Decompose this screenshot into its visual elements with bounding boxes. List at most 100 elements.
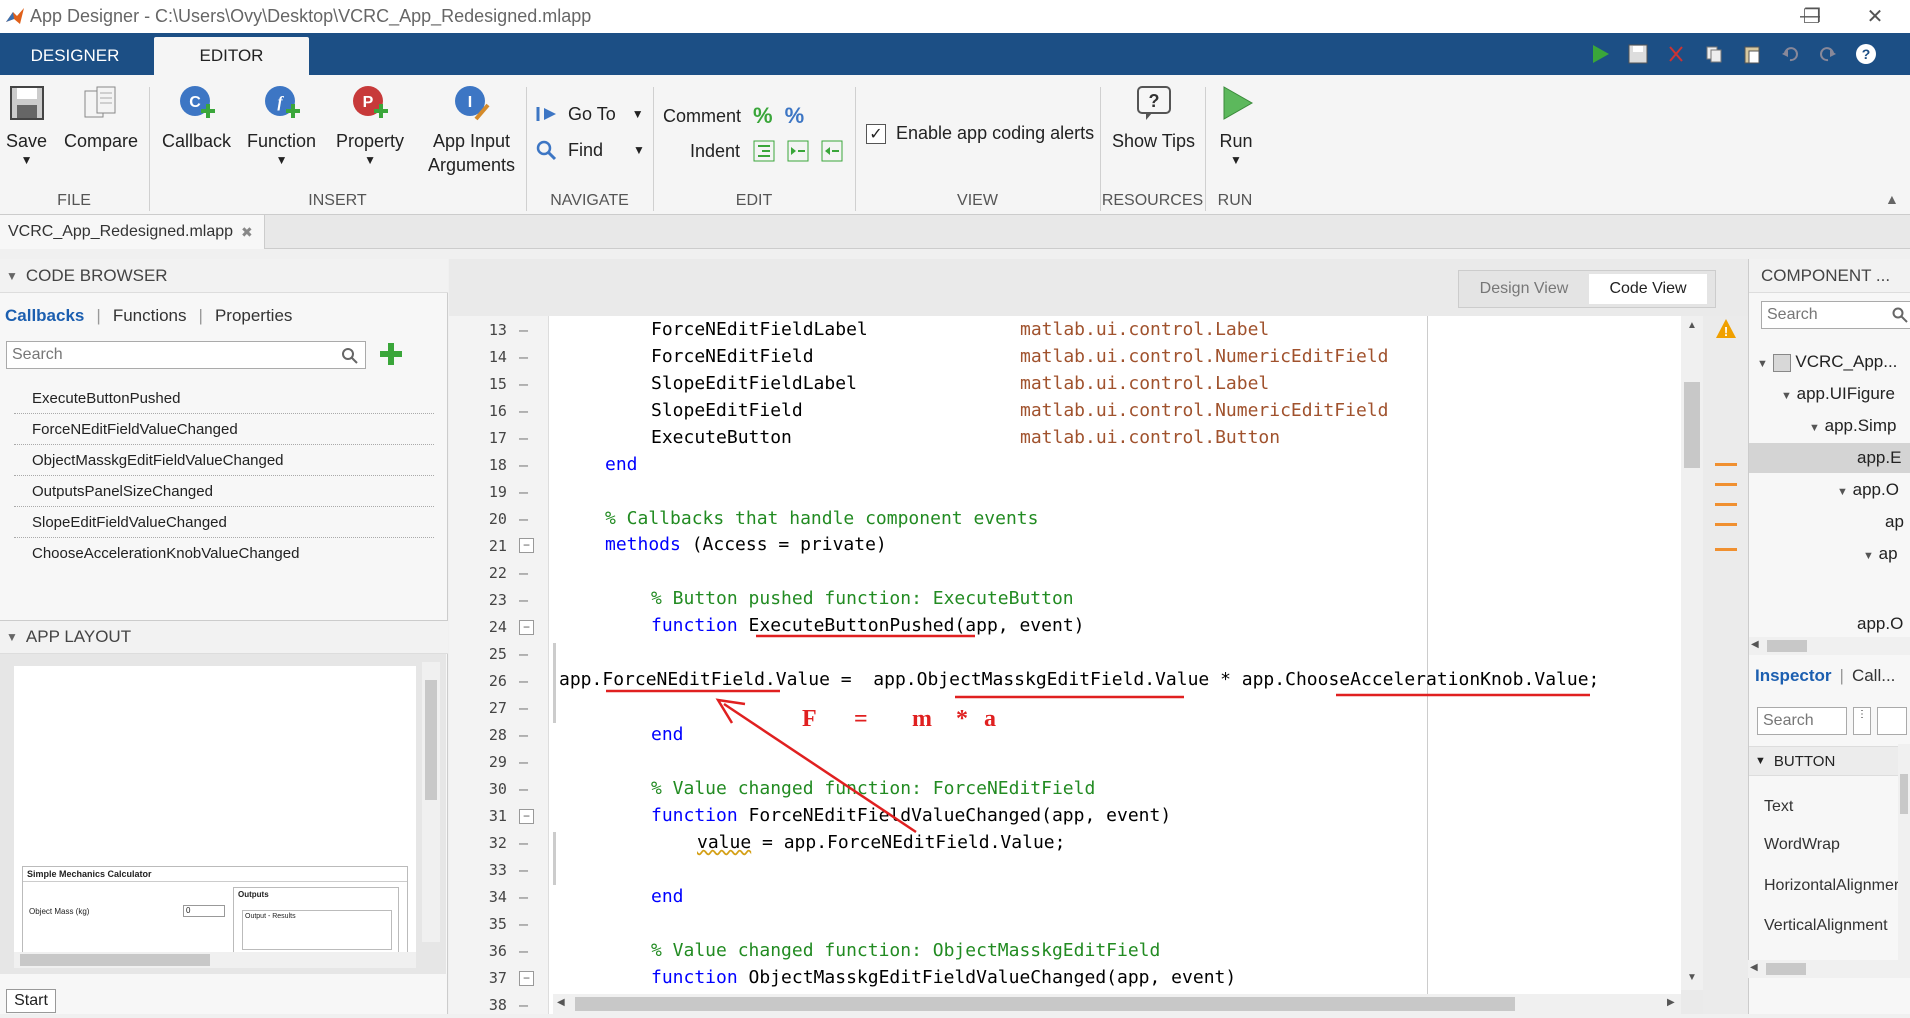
save-button[interactable]: Save ▼ xyxy=(6,83,47,167)
fold-toggle[interactable]: − xyxy=(519,620,534,635)
list-item[interactable]: ObjectMasskgEditFieldValueChanged xyxy=(14,445,434,476)
uncomment-percent-icon[interactable]: % xyxy=(785,103,805,129)
code-property-type: matlab.ui.control.NumericEditField xyxy=(1020,400,1389,421)
design-view-button[interactable]: Design View xyxy=(1459,274,1589,304)
warning-marker[interactable] xyxy=(1715,523,1737,526)
redo-icon[interactable] xyxy=(1814,40,1842,68)
fold-toggle[interactable]: − xyxy=(519,809,534,824)
tab-functions[interactable]: Functions xyxy=(113,306,187,326)
show-tips-button[interactable]: ? Show Tips xyxy=(1112,83,1195,153)
insert-property-button[interactable]: P Property ▼ xyxy=(336,83,404,167)
smart-indent-icon[interactable] xyxy=(752,139,776,163)
fold-toggle[interactable]: − xyxy=(519,971,534,986)
app-input-arguments-button[interactable]: I App Input Arguments xyxy=(428,83,515,177)
line-number: 20 xyxy=(449,505,534,532)
list-item[interactable]: ForceNEditFieldValueChanged xyxy=(14,414,434,445)
copy-icon[interactable] xyxy=(1700,40,1728,68)
warning-marker[interactable] xyxy=(1715,548,1737,551)
insert-function-button[interactable]: f Function ▼ xyxy=(247,83,316,167)
tree-node-e[interactable]: app.E xyxy=(1857,448,1901,468)
line-number: 34 xyxy=(449,883,534,910)
tab-inspector[interactable]: Inspector xyxy=(1755,666,1832,686)
component-search-input[interactable]: Search xyxy=(1761,301,1910,329)
warning-icon[interactable]: ! xyxy=(1715,318,1737,340)
code-view-button[interactable]: Code View xyxy=(1589,274,1707,304)
tab-callbacks[interactable]: Callbacks xyxy=(5,306,84,326)
decrease-indent-icon[interactable] xyxy=(820,139,844,163)
tree-hscroll[interactable]: ◀ xyxy=(1749,637,1910,655)
comment-percent-icon[interactable]: % xyxy=(753,103,773,129)
line-number: 28 xyxy=(449,721,534,748)
inspector-vscroll[interactable] xyxy=(1898,744,1910,966)
restore-button[interactable]: ❐ xyxy=(1782,0,1842,33)
component-browser-header[interactable]: COMPONENT ... xyxy=(1749,259,1910,293)
collapse-toolstrip-icon[interactable]: ▲ xyxy=(1885,191,1899,207)
warning-marker[interactable] xyxy=(1715,503,1737,506)
list-item[interactable]: ChooseAccelerationKnobValueChanged xyxy=(14,538,434,569)
code-property-name: ExecuteButton xyxy=(651,427,792,448)
tab-designer[interactable]: DESIGNER xyxy=(0,37,150,75)
prop-vertical-alignment[interactable]: VerticalAlignment xyxy=(1764,917,1888,935)
editor-hscroll[interactable]: ◀ ▶ xyxy=(553,994,1681,1014)
list-item[interactable]: ExecuteButtonPushed xyxy=(14,383,434,414)
increase-indent-icon[interactable] xyxy=(786,139,810,163)
tab-editor[interactable]: EDITOR xyxy=(154,37,309,75)
preview-outputs-label: Outputs xyxy=(238,890,269,899)
tree-node-o[interactable]: ▼ app.O xyxy=(1837,480,1899,500)
code-browser-search-input[interactable]: Search xyxy=(6,341,366,369)
run-quick-icon[interactable] xyxy=(1586,40,1614,68)
close-window-button[interactable]: ✕ xyxy=(1845,0,1905,33)
scroll-right-icon[interactable]: ▶ xyxy=(1667,997,1675,1008)
alpha-sort-icon[interactable] xyxy=(1877,707,1907,735)
sort-icon[interactable]: ⋮ xyxy=(1853,707,1871,735)
warning-marker[interactable] xyxy=(1715,483,1737,486)
search-placeholder: Search xyxy=(1763,712,1814,729)
start-button[interactable]: Start xyxy=(6,989,56,1013)
scroll-left-icon[interactable]: ◀ xyxy=(557,997,565,1008)
tree-node-uifigure[interactable]: ▼ app.UIFigure xyxy=(1781,384,1895,404)
code-browser-header[interactable]: ▼ CODE BROWSER xyxy=(0,259,448,293)
tree-node-simp[interactable]: ▼ app.Simp xyxy=(1809,416,1896,436)
tree-node-ap[interactable]: ap xyxy=(1885,512,1904,532)
compare-button[interactable]: Compare xyxy=(64,83,138,153)
list-item[interactable]: SlopeEditFieldValueChanged xyxy=(14,507,434,538)
paste-icon[interactable] xyxy=(1738,40,1766,68)
find-button[interactable]: Find ▼ xyxy=(534,139,645,161)
close-tab-icon[interactable]: ✖ xyxy=(241,224,253,241)
tab-properties[interactable]: Properties xyxy=(215,306,292,326)
tree-node-o-2[interactable]: app.O xyxy=(1857,614,1903,634)
indent-button[interactable]: Indent xyxy=(690,139,844,163)
editor-vscroll[interactable]: ▲ ▼ xyxy=(1681,316,1703,990)
cut-icon[interactable] xyxy=(1662,40,1690,68)
tab-callbacks-inspector[interactable]: Call... xyxy=(1852,666,1895,686)
tree-node-app[interactable]: ▼ VCRC_App... xyxy=(1757,352,1897,372)
save-quick-icon[interactable] xyxy=(1624,40,1652,68)
prop-horizontal-alignment[interactable]: HorizontalAlignmer xyxy=(1764,877,1910,895)
layout-vscroll[interactable] xyxy=(422,662,440,942)
code-property-type: matlab.ui.control.NumericEditField xyxy=(1020,346,1389,367)
comment-button[interactable]: Comment % % xyxy=(663,103,804,129)
prop-text[interactable]: Text xyxy=(1764,798,1793,816)
undo-icon[interactable] xyxy=(1776,40,1804,68)
insert-callback-button[interactable]: C Callback xyxy=(162,83,231,153)
inspector-search-input[interactable]: Search xyxy=(1757,707,1847,735)
run-button[interactable]: Run ▼ xyxy=(1216,83,1256,167)
scroll-down-icon[interactable]: ▼ xyxy=(1687,972,1697,983)
tree-node-ap-2[interactable]: ▼ ap xyxy=(1863,544,1898,564)
prop-wordwrap[interactable]: WordWrap xyxy=(1764,836,1840,854)
layout-hscroll[interactable] xyxy=(14,952,416,968)
add-callback-icon[interactable] xyxy=(378,341,404,367)
scroll-up-icon[interactable]: ▲ xyxy=(1687,320,1697,331)
button-section-header[interactable]: ▼ BUTTON xyxy=(1749,746,1910,776)
warning-marker[interactable] xyxy=(1715,463,1737,466)
enable-alerts-checkbox[interactable]: ✓ Enable app coding alerts xyxy=(866,123,1094,144)
inspector-hscroll[interactable]: ◀ xyxy=(1748,960,1910,978)
checkbox-checked-icon[interactable]: ✓ xyxy=(866,123,886,144)
list-item[interactable]: OutputsPanelSizeChanged xyxy=(14,476,434,507)
help-icon[interactable]: ? xyxy=(1852,40,1880,68)
doc-tab[interactable]: VCRC_App_Redesigned.mlapp ✖ xyxy=(0,215,265,249)
app-layout-preview[interactable]: Simple Mechanics Calculator Object Mass … xyxy=(14,666,416,957)
app-layout-header[interactable]: ▼ APP LAYOUT xyxy=(0,620,448,654)
fold-toggle[interactable]: − xyxy=(519,538,534,553)
goto-button[interactable]: Go To ▼ xyxy=(534,103,644,125)
